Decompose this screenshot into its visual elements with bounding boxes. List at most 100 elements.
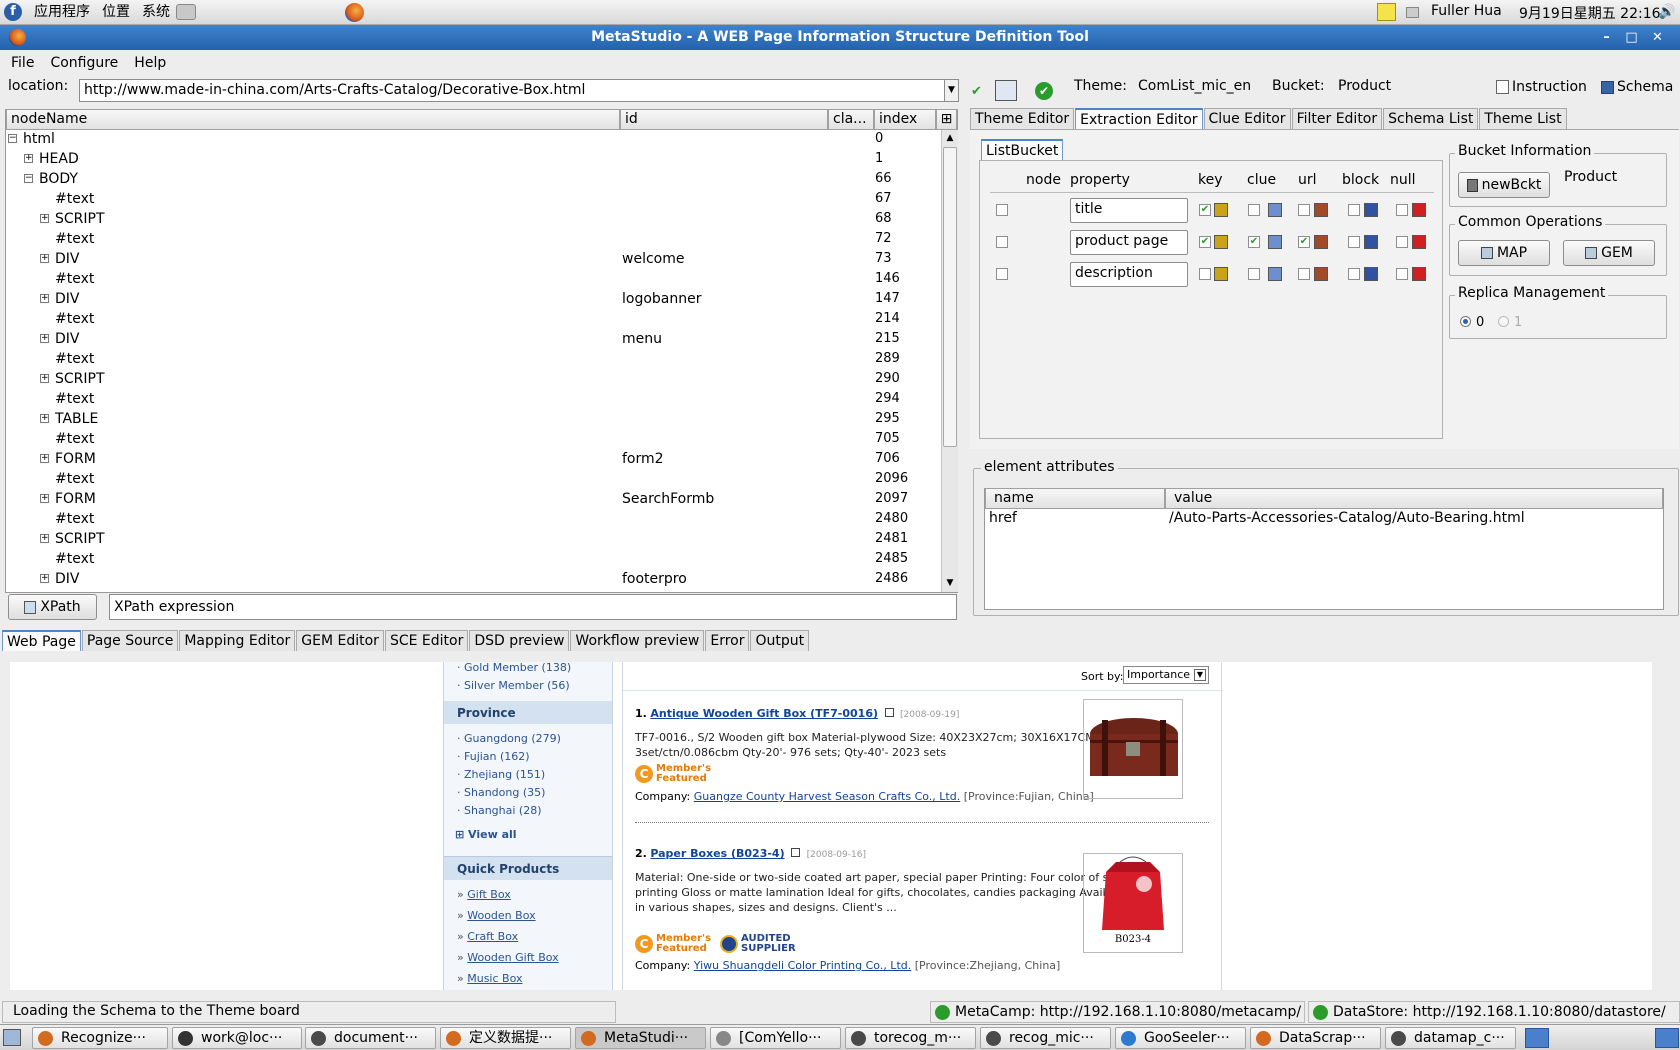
maximize-button[interactable]: □ (1623, 29, 1640, 46)
tab-output[interactable]: Output (750, 630, 810, 651)
attr-col-value[interactable]: value (1165, 488, 1663, 509)
tab-workflow-preview[interactable]: Workflow preview (570, 630, 705, 651)
tree-row[interactable]: + SCRIPT 68 (6, 209, 946, 229)
minimize-button[interactable]: – (1598, 29, 1615, 46)
tab-gem-editor[interactable]: GEM Editor (296, 630, 384, 651)
key-config-icon[interactable] (1214, 267, 1228, 281)
taskbar-button[interactable]: GooSeeler··· (1115, 1027, 1246, 1049)
null-checkbox[interactable] (1396, 204, 1408, 216)
firefox-launcher-icon[interactable] (345, 3, 364, 22)
tree-row[interactable]: − html 0 (6, 130, 946, 149)
tree-row[interactable]: #text 2485 (6, 549, 946, 569)
places-menu[interactable]: 位置 (96, 0, 136, 25)
url-checkbox[interactable] (1298, 268, 1310, 280)
block-checkbox[interactable] (1348, 204, 1360, 216)
show-desktop-icon[interactable] (3, 1029, 21, 1046)
inspect-icon[interactable] (995, 80, 1017, 101)
tree-row[interactable]: #text 2480 (6, 509, 946, 529)
tab-theme-list[interactable]: Theme List (1479, 108, 1567, 129)
tree-row[interactable]: #text 705 (6, 429, 946, 449)
col-id[interactable]: id (620, 109, 828, 130)
row-select-checkbox[interactable] (996, 236, 1008, 248)
property-input[interactable]: product page (1070, 230, 1188, 255)
product-1-image[interactable] (1083, 699, 1183, 799)
tab-mapping-editor[interactable]: Mapping Editor (179, 630, 296, 651)
tree-row[interactable]: + HEAD 1 (6, 149, 946, 169)
attr-value-cell[interactable]: /Auto-Parts-Accessories-Catalog/Auto-Bea… (1169, 510, 1525, 526)
tab-page-source[interactable]: Page Source (81, 630, 179, 651)
block-checkbox[interactable] (1348, 268, 1360, 280)
block-config-icon[interactable] (1364, 267, 1378, 281)
applet-icon[interactable] (176, 4, 196, 20)
clue-checkbox[interactable]: ✔ (1248, 236, 1260, 248)
attr-name-cell[interactable]: href (989, 510, 1017, 526)
tree-row[interactable]: #text 294 (6, 389, 946, 409)
new-bucket-button[interactable]: newBckt (1458, 172, 1550, 198)
tree-row[interactable]: + DIV menu 215 (6, 329, 946, 349)
menu-configure[interactable]: Configure (42, 55, 126, 71)
tray-icon[interactable] (1655, 1028, 1679, 1048)
tab-web-page[interactable]: Web Page (2, 630, 81, 651)
product-2-title-link[interactable]: Paper Boxes (B023-4) (650, 847, 784, 860)
clue-config-icon[interactable] (1268, 203, 1282, 217)
taskbar-button[interactable]: MetaStudi··· (575, 1027, 706, 1049)
tree-row[interactable]: + TABLE 295 (6, 409, 946, 429)
column-chooser-icon[interactable]: ⊞ (936, 109, 957, 130)
tree-row[interactable]: #text 146 (6, 269, 946, 289)
province-link[interactable]: · Shandong (35) (457, 786, 545, 799)
tray-icon[interactable] (1525, 1028, 1549, 1048)
expand-icon[interactable]: + (40, 214, 49, 223)
tab-filter-editor[interactable]: Filter Editor (1291, 108, 1383, 129)
tree-row[interactable]: #text 67 (6, 189, 946, 209)
tab-dsd-preview[interactable]: DSD preview (469, 630, 570, 651)
member-link[interactable]: · Silver Member (56) (457, 679, 570, 692)
tree-row[interactable]: + FORM SearchFormb 2097 (6, 489, 946, 509)
scroll-down-icon[interactable]: ▼ (942, 575, 958, 592)
tab-extraction-editor[interactable]: Extraction Editor (1075, 108, 1203, 129)
taskbar-button[interactable]: document··· (305, 1027, 436, 1049)
tree-row[interactable]: − BODY 66 (6, 169, 946, 189)
tree-row[interactable]: + SCRIPT 2481 (6, 529, 946, 549)
scroll-thumb[interactable] (943, 147, 957, 447)
tree-row[interactable]: #text 72 (6, 229, 946, 249)
expand-icon[interactable]: + (40, 374, 49, 383)
instruction-button[interactable]: Instruction (1496, 79, 1587, 95)
tab-clue-editor[interactable]: Clue Editor (1203, 108, 1291, 129)
quick-product-link[interactable]: » Wooden Gift Box (457, 951, 559, 964)
taskbar-button[interactable]: DataScrap··· (1250, 1027, 1381, 1049)
quick-product-link[interactable]: » Gift Box (457, 888, 511, 901)
key-checkbox[interactable] (1199, 268, 1211, 280)
taskbar-button[interactable]: Recognize··· (32, 1027, 168, 1049)
applications-menu[interactable]: 应用程序 (28, 0, 96, 25)
tab-schema-list[interactable]: Schema List (1383, 108, 1479, 129)
key-checkbox[interactable]: ✔ (1199, 236, 1211, 248)
url-config-icon[interactable] (1314, 235, 1328, 249)
collapse-icon[interactable]: − (8, 134, 17, 143)
network-icon[interactable] (1406, 7, 1419, 18)
tree-row[interactable]: + DIV footerpro 2486 (6, 569, 946, 589)
tab-theme-editor[interactable]: Theme Editor (970, 108, 1075, 129)
null-checkbox[interactable] (1396, 268, 1408, 280)
xpath-button[interactable]: XPath (8, 594, 97, 620)
fedora-logo-icon[interactable]: f (4, 3, 22, 21)
expand-icon[interactable]: + (40, 534, 49, 543)
block-config-icon[interactable] (1364, 235, 1378, 249)
clue-checkbox[interactable] (1248, 204, 1260, 216)
province-link[interactable]: · Shanghai (28) (457, 804, 542, 817)
clock[interactable]: 9月19日星期五 22:16 (1519, 3, 1661, 23)
tree-row[interactable]: #text 2096 (6, 469, 946, 489)
expand-icon[interactable]: + (40, 494, 49, 503)
product-2-company-link[interactable]: Yiwu Shuangdeli Color Printing Co., Ltd. (694, 959, 911, 972)
replica-radio-1[interactable] (1498, 316, 1509, 327)
clue-config-icon[interactable] (1268, 267, 1282, 281)
expand-icon[interactable]: + (40, 414, 49, 423)
key-checkbox[interactable]: ✔ (1199, 204, 1211, 216)
expand-icon[interactable]: + (24, 154, 33, 163)
url-checkbox[interactable]: ✔ (1298, 236, 1310, 248)
key-config-icon[interactable] (1214, 203, 1228, 217)
url-checkbox[interactable] (1298, 204, 1310, 216)
null-checkbox[interactable] (1396, 236, 1408, 248)
scroll-up-icon[interactable]: ▲ (942, 130, 958, 147)
datastore-status[interactable]: DataStore: http://192.168.1.10:8080/data… (1308, 1001, 1680, 1023)
dom-tree[interactable]: − html 0 + HEAD 1− BODY 66 #text 67 + SCRIPT 68 #text… (6, 130, 946, 592)
